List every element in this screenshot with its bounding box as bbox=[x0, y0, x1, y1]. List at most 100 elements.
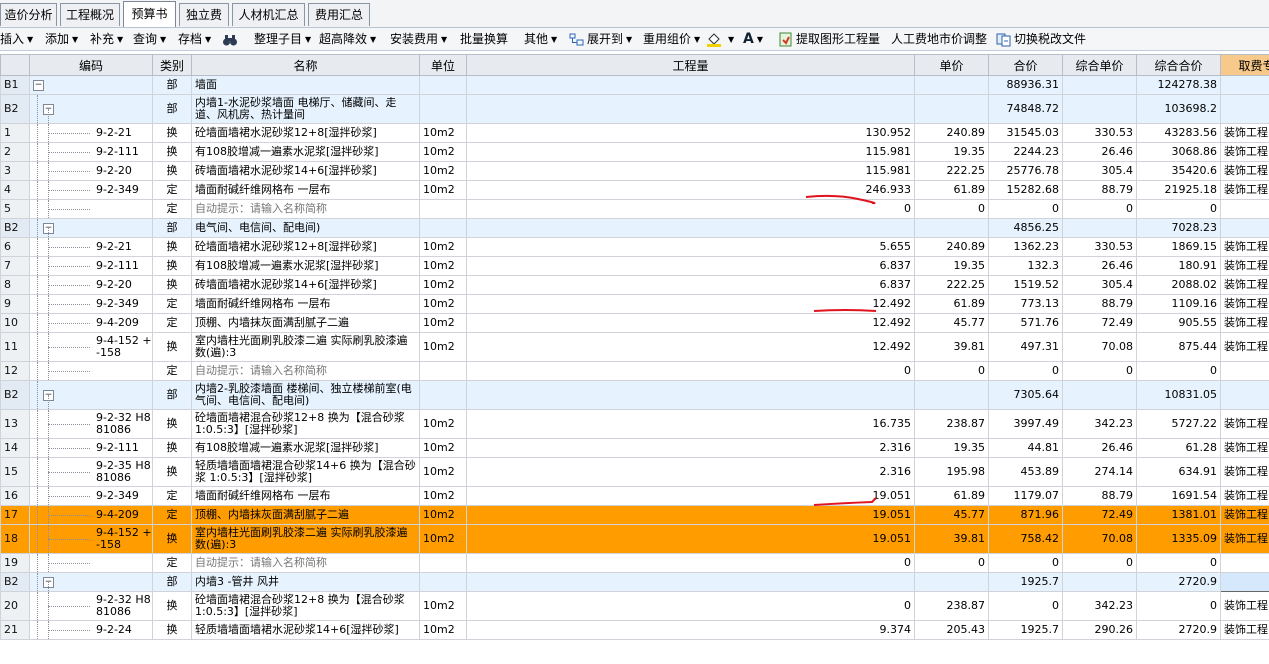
name-cell[interactable]: 砖墙面墙裙水泥砂浆14+6[湿拌砂浆] bbox=[191, 161, 420, 181]
composite-total-cell[interactable]: 2088.02 bbox=[1136, 275, 1221, 295]
composite-total-cell[interactable]: 180.91 bbox=[1136, 256, 1221, 276]
category-cell[interactable]: 部 bbox=[152, 218, 192, 238]
unit-price-cell[interactable]: 240.89 bbox=[914, 237, 989, 257]
fee-discipline-cell[interactable]: 装饰工程 bbox=[1220, 256, 1269, 276]
category-cell[interactable]: 换 bbox=[152, 142, 192, 162]
composite-price-cell[interactable]: 70.08 bbox=[1062, 524, 1137, 554]
composite-total-cell[interactable]: 875.44 bbox=[1136, 332, 1221, 362]
unit-price-cell[interactable] bbox=[914, 572, 989, 592]
composite-total-cell[interactable]: 10831.05 bbox=[1136, 380, 1221, 410]
composite-total-cell[interactable]: 0 bbox=[1136, 553, 1221, 573]
quantity-cell[interactable]: 0 bbox=[466, 361, 915, 381]
total-cell[interactable]: 0 bbox=[988, 361, 1063, 381]
extract-quantity-button[interactable]: 提取图形工程量 bbox=[778, 28, 880, 50]
category-cell[interactable]: 换 bbox=[152, 275, 192, 295]
total-cell[interactable]: 758.42 bbox=[988, 524, 1063, 554]
quantity-cell[interactable]: 6.837 bbox=[466, 256, 915, 276]
category-cell[interactable]: 换 bbox=[152, 620, 192, 640]
code-cell[interactable]: 9-4-152 + 9-4 -158 bbox=[29, 332, 153, 362]
total-cell[interactable]: 31545.03 bbox=[988, 123, 1063, 143]
code-cell[interactable]: 9-2-32 H81089 81086 bbox=[29, 591, 153, 621]
composite-total-cell[interactable]: 2720.9 bbox=[1136, 620, 1221, 640]
composite-price-cell[interactable]: 0 bbox=[1062, 361, 1137, 381]
name-cell[interactable]: 内墙1-水泥砂浆墙面 电梯厅、储藏间、走道、风机房、热计量间 bbox=[191, 94, 420, 124]
item-row[interactable]: 5 定自动提示：请输入名称简称 0 0 0 0 0 bbox=[0, 199, 1269, 219]
unit-price-cell[interactable] bbox=[914, 380, 989, 410]
category-cell[interactable]: 换 bbox=[152, 237, 192, 257]
quantity-cell[interactable]: 115.981 bbox=[466, 161, 915, 181]
composite-price-cell[interactable]: 88.79 bbox=[1062, 486, 1137, 506]
total-cell[interactable]: 3997.49 bbox=[988, 409, 1063, 439]
header-unit[interactable]: 单位 bbox=[419, 54, 467, 76]
item-row[interactable]: 18 9-4-152 + 9-4 -158换室内墙柱光面刷乳胶漆二遍 实际刷乳胶漆… bbox=[0, 524, 1269, 554]
unit-price-cell[interactable]: 0 bbox=[914, 199, 989, 219]
code-cell[interactable]: − bbox=[29, 94, 153, 124]
fee-discipline-cell[interactable] bbox=[1220, 361, 1269, 381]
item-row[interactable]: 12 定自动提示：请输入名称简称 0 0 0 0 0 bbox=[0, 361, 1269, 381]
unit-price-cell[interactable]: 222.25 bbox=[914, 161, 989, 181]
section-row[interactable]: B1− 部墙面 88936.31 124278.38 bbox=[0, 75, 1269, 95]
composite-total-cell[interactable]: 1381.01 bbox=[1136, 505, 1221, 525]
category-cell[interactable]: 换 bbox=[152, 457, 192, 487]
fee-discipline-cell[interactable]: 装饰工程 bbox=[1220, 409, 1269, 439]
other-menu[interactable]: 其他 ▼ bbox=[524, 28, 557, 50]
item-row[interactable]: 1 9-2-21 换砼墙面墙裙水泥砂浆12+8[湿拌砂浆] 10m2 130.952 24… bbox=[0, 123, 1269, 143]
header-unit-price[interactable]: 单价 bbox=[914, 54, 989, 76]
fee-discipline-cell[interactable] bbox=[1220, 199, 1269, 219]
unit-price-cell[interactable]: 238.87 bbox=[914, 591, 989, 621]
composite-price-cell[interactable]: 88.79 bbox=[1062, 294, 1137, 314]
unit-cell[interactable] bbox=[419, 361, 467, 381]
fee-discipline-cell[interactable] bbox=[1220, 218, 1269, 238]
code-cell[interactable] bbox=[29, 199, 153, 219]
name-cell[interactable]: 内墙2-乳胶漆墙面 楼梯间、独立楼梯前室(电气间、电信间、配电间) bbox=[191, 380, 420, 410]
code-cell[interactable]: 9-2-111 bbox=[29, 438, 153, 458]
composite-total-cell[interactable]: 634.91 bbox=[1136, 457, 1221, 487]
fee-discipline-cell[interactable]: 装饰工程 bbox=[1220, 524, 1269, 554]
fee-discipline-dropdown[interactable]: ▼ bbox=[1220, 572, 1269, 592]
header-name[interactable]: 名称 bbox=[191, 54, 420, 76]
unit-cell[interactable]: 10m2 bbox=[419, 524, 467, 554]
quantity-cell[interactable]: 130.952 bbox=[466, 123, 915, 143]
name-cell[interactable]: 墙面耐碱纤维网格布 一层布 bbox=[191, 180, 420, 200]
composite-price-cell[interactable]: 70.08 bbox=[1062, 332, 1137, 362]
code-cell[interactable]: 9-2-21 bbox=[29, 237, 153, 257]
total-cell[interactable]: 497.31 bbox=[988, 332, 1063, 362]
name-cell[interactable]: 砼墙面墙裙混合砂浆12+8 换为【混合砂浆 1:0.5:3】[湿拌砂浆] bbox=[191, 409, 420, 439]
supplement-menu[interactable]: 补充 ▼ bbox=[90, 28, 123, 50]
item-row[interactable]: 15 9-2-35 H81089 81086换轻质墙墙面墙裙混合砂浆14+6 换为… bbox=[0, 457, 1269, 487]
composite-total-cell[interactable]: 905.55 bbox=[1136, 313, 1221, 333]
unit-price-cell[interactable]: 19.35 bbox=[914, 142, 989, 162]
font-color-menu[interactable]: A ▼ bbox=[743, 28, 763, 50]
category-cell[interactable]: 定 bbox=[152, 361, 192, 381]
category-cell[interactable]: 部 bbox=[152, 572, 192, 592]
install-fee-menu[interactable]: 安装费用 ▼ bbox=[390, 28, 447, 50]
fee-discipline-cell[interactable]: 装饰工程 bbox=[1220, 438, 1269, 458]
tab-budget-book[interactable]: 预算书 bbox=[123, 1, 176, 27]
quantity-cell[interactable]: 9.374 bbox=[466, 620, 915, 640]
category-cell[interactable]: 定 bbox=[152, 505, 192, 525]
unit-cell[interactable] bbox=[419, 94, 467, 124]
code-cell[interactable]: 9-2-21 bbox=[29, 123, 153, 143]
composite-total-cell[interactable]: 3068.86 bbox=[1136, 142, 1221, 162]
unit-price-cell[interactable]: 61.89 bbox=[914, 294, 989, 314]
quantity-cell[interactable]: 115.981 bbox=[466, 142, 915, 162]
code-cell[interactable]: − bbox=[29, 218, 153, 238]
unit-price-cell[interactable]: 39.81 bbox=[914, 332, 989, 362]
code-cell[interactable]: − bbox=[29, 380, 153, 410]
section-row[interactable]: B2−部内墙3 -管井 风井 1925.7 2720.9▼ bbox=[0, 572, 1269, 592]
unit-cell[interactable] bbox=[419, 553, 467, 573]
composite-total-cell[interactable]: 124278.38 bbox=[1136, 75, 1221, 95]
insert-menu[interactable]: 插入 ▼ bbox=[0, 28, 33, 50]
composite-price-cell[interactable]: 342.23 bbox=[1062, 591, 1137, 621]
fill-color-menu[interactable]: ▼ bbox=[706, 28, 734, 50]
quantity-cell[interactable]: 2.316 bbox=[466, 457, 915, 487]
name-cell[interactable]: 砼墙面墙裙水泥砂浆12+8[湿拌砂浆] bbox=[191, 237, 420, 257]
composite-price-cell[interactable]: 88.79 bbox=[1062, 180, 1137, 200]
section-row[interactable]: B2− 部内墙1-水泥砂浆墙面 电梯厅、储藏间、走道、风机房、热计量间 74848.… bbox=[0, 94, 1269, 124]
fee-discipline-cell[interactable]: 装饰工程 bbox=[1220, 332, 1269, 362]
name-cell[interactable]: 内墙3 -管井 风井 bbox=[191, 572, 420, 592]
labor-price-adjust-button[interactable]: 人工费地市价调整 bbox=[891, 28, 987, 50]
composite-total-cell[interactable]: 1869.15 bbox=[1136, 237, 1221, 257]
fee-discipline-cell[interactable]: 装饰工程 bbox=[1220, 275, 1269, 295]
item-row[interactable]: 8 9-2-20 换砖墙面墙裙水泥砂浆14+6[湿拌砂浆] 10m2 6.837 222.… bbox=[0, 275, 1269, 295]
